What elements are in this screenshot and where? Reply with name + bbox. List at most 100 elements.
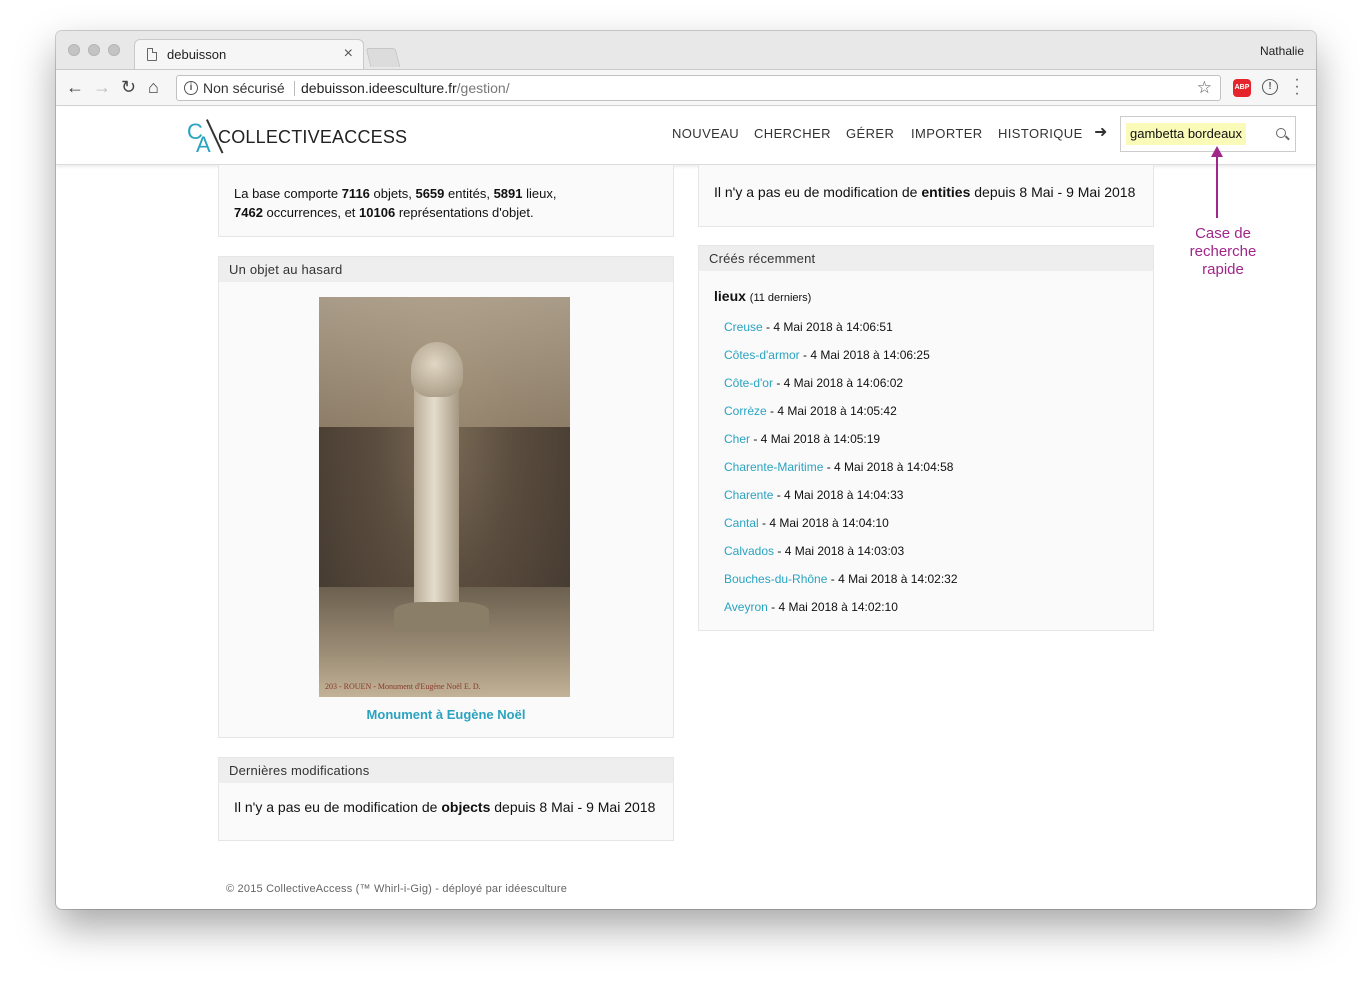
entities-changes-text: Il n'y a pas eu de modification de entit…	[714, 184, 1135, 200]
reload-icon[interactable]: ↻	[121, 77, 136, 97]
recent-item-date: - 4 Mai 2018 à 14:02:32	[827, 572, 958, 586]
recent-item-link[interactable]: Côtes-d'armor	[724, 348, 800, 362]
quick-search-box[interactable]: gambetta bordeaux	[1120, 116, 1296, 152]
site-header: C A COLLECTIVEACCESS NOUVEAU CHERCHER GÉ…	[56, 107, 1316, 165]
recently-created-panel: Créés récemment lieux (11 derniers) Creu…	[698, 245, 1154, 631]
list-item: Cher - 4 Mai 2018 à 14:05:19	[724, 432, 958, 460]
random-object-image[interactable]: 203 - ROUEN - Monument d'Eugène Noël E. …	[319, 297, 570, 697]
forward-arrow-icon[interactable]: →	[93, 77, 111, 97]
recent-item-date: - 4 Mai 2018 à 14:04:10	[758, 516, 889, 530]
minimize-window-button[interactable]	[88, 44, 100, 56]
recent-item-date: - 4 Mai 2018 à 14:05:19	[750, 432, 881, 446]
list-item: Charente-Maritime - 4 Mai 2018 à 14:04:5…	[724, 460, 958, 488]
annotation-line-3: rapide	[1202, 261, 1244, 278]
extension-icon[interactable]: !	[1262, 79, 1278, 95]
document-icon	[147, 48, 157, 61]
recent-item-link[interactable]: Côte-d'or	[724, 376, 773, 390]
recent-item-link[interactable]: Corrèze	[724, 404, 767, 418]
recent-item-date: - 4 Mai 2018 à 14:06:25	[799, 348, 930, 362]
home-icon[interactable]: ⌂	[148, 77, 159, 97]
representations-count: 10106	[359, 205, 396, 220]
entities-change-kind: entities	[921, 184, 971, 200]
occurrences-label: occurrences, et	[266, 205, 356, 220]
title-bar: debuisson × Nathalie	[56, 31, 1316, 70]
recent-section-name: lieux	[714, 288, 746, 304]
recent-item-link[interactable]: Cher	[724, 432, 750, 446]
arrow-right-icon[interactable]: ➜	[1094, 122, 1107, 142]
list-item: Calvados - 4 Mai 2018 à 14:03:03	[724, 544, 958, 572]
objects-change-kind: objects	[441, 799, 491, 815]
entites-label: entités,	[448, 186, 490, 201]
latest-changes-text: Il n'y a pas eu de modification de objec…	[234, 799, 655, 815]
adblock-icon[interactable]: ABP	[1233, 79, 1251, 97]
logo-text: COLLECTIVEACCESS	[218, 127, 408, 147]
lieux-count: 5891	[493, 186, 523, 201]
photo-bust	[411, 342, 463, 397]
annotation-label: Case de recherche rapide	[1178, 225, 1268, 279]
photo-column	[414, 377, 459, 617]
recent-item-link[interactable]: Calvados	[724, 544, 774, 558]
recent-item-link[interactable]: Charente-Maritime	[724, 460, 823, 474]
menu-dots-icon[interactable]: · · ·	[1294, 72, 1300, 102]
back-arrow-icon[interactable]: ←	[66, 77, 84, 97]
recent-item-link[interactable]: Bouches-du-Rhône	[724, 572, 827, 586]
url-domain: debuisson.ideesculture.fr	[301, 80, 457, 96]
recent-section-count: (11 derniers)	[749, 292, 812, 304]
objects-change-suffix: depuis 8 Mai - 9 Mai 2018	[494, 799, 656, 815]
recent-item-date: - 4 Mai 2018 à 14:02:10	[767, 600, 898, 614]
info-icon[interactable]: i	[184, 81, 198, 95]
random-object-title-link[interactable]: Monument à Eugène Noël	[219, 707, 673, 722]
list-item: Creuse - 4 Mai 2018 à 14:06:51	[724, 320, 958, 348]
nav-gerer[interactable]: GÉRER	[846, 126, 894, 141]
recent-item-date: - 4 Mai 2018 à 14:04:58	[823, 460, 954, 474]
latest-changes-heading: Dernières modifications	[219, 758, 673, 783]
nav-nouveau[interactable]: NOUVEAU	[672, 126, 739, 141]
close-window-button[interactable]	[68, 44, 80, 56]
random-object-heading: Un objet au hasard	[219, 257, 673, 282]
recent-list: Creuse - 4 Mai 2018 à 14:06:51 Côtes-d'a…	[724, 320, 958, 628]
zoom-window-button[interactable]	[108, 44, 120, 56]
recent-item-date: - 4 Mai 2018 à 14:04:33	[773, 488, 904, 502]
address-bar[interactable]: i Non sécurisé debuisson.ideesculture.fr…	[176, 75, 1221, 101]
quick-search-input[interactable]: gambetta bordeaux	[1126, 123, 1247, 145]
nav-historique[interactable]: HISTORIQUE	[998, 126, 1083, 141]
profile-name[interactable]: Nathalie	[1260, 44, 1304, 58]
list-item: Côtes-d'armor - 4 Mai 2018 à 14:06:25	[724, 348, 958, 376]
collectiveaccess-logo[interactable]: C A COLLECTIVEACCESS	[187, 119, 407, 157]
star-icon[interactable]: ☆	[1197, 78, 1212, 98]
recent-section-title: lieux (11 derniers)	[714, 288, 811, 304]
tab-title: debuisson	[167, 47, 227, 62]
list-item: Côte-d'or - 4 Mai 2018 à 14:06:02	[724, 376, 958, 404]
stats-text: La base comporte 7116 objets, 5659 entit…	[234, 184, 556, 222]
stats-panel: La base comporte 7116 objets, 5659 entit…	[218, 165, 674, 237]
annotation-line-1: Case de	[1195, 225, 1251, 242]
list-item: Corrèze - 4 Mai 2018 à 14:05:42	[724, 404, 958, 432]
recent-item-date: - 4 Mai 2018 à 14:06:02	[772, 376, 904, 390]
list-item: Cantal - 4 Mai 2018 à 14:04:10	[724, 516, 958, 544]
entities-change-prefix: Il n'y a pas eu de modification de	[714, 184, 918, 200]
logo-a: A	[196, 132, 211, 157]
search-icon[interactable]	[1276, 128, 1286, 138]
nav-chercher[interactable]: CHERCHER	[754, 126, 831, 141]
entities-changes-panel: Il n'y a pas eu de modification de entit…	[698, 165, 1154, 227]
nav-importer[interactable]: IMPORTER	[911, 126, 983, 141]
url-text[interactable]: debuisson.ideesculture.fr/gestion/	[301, 80, 510, 96]
browser-toolbar: ← → ↻ ⌂ i Non sécurisé debuisson.ideescu…	[56, 69, 1316, 106]
recent-item-link[interactable]: Charente	[724, 488, 773, 502]
occurrences-count: 7462	[234, 205, 263, 220]
objets-label: objets,	[373, 186, 412, 201]
recent-item-link[interactable]: Cantal	[724, 516, 759, 530]
annotation-line-2: recherche	[1189, 243, 1257, 260]
new-tab-button[interactable]	[365, 48, 401, 67]
list-item: Aveyron - 4 Mai 2018 à 14:02:10	[724, 600, 958, 628]
security-label: Non sécurisé	[203, 80, 285, 96]
list-item: Bouches-du-Rhône - 4 Mai 2018 à 14:02:32	[724, 572, 958, 600]
browser-tab[interactable]: debuisson ×	[134, 39, 364, 70]
recent-item-date: - 4 Mai 2018 à 14:05:42	[766, 404, 897, 418]
recent-item-link[interactable]: Aveyron	[724, 600, 768, 614]
recent-item-date: - 4 Mai 2018 à 14:06:51	[762, 320, 893, 334]
recent-item-link[interactable]: Creuse	[724, 320, 763, 334]
objets-count: 7116	[341, 186, 370, 201]
close-icon[interactable]: ×	[344, 45, 353, 63]
random-object-panel: Un objet au hasard 203 - ROUEN - Monumen…	[218, 256, 674, 738]
